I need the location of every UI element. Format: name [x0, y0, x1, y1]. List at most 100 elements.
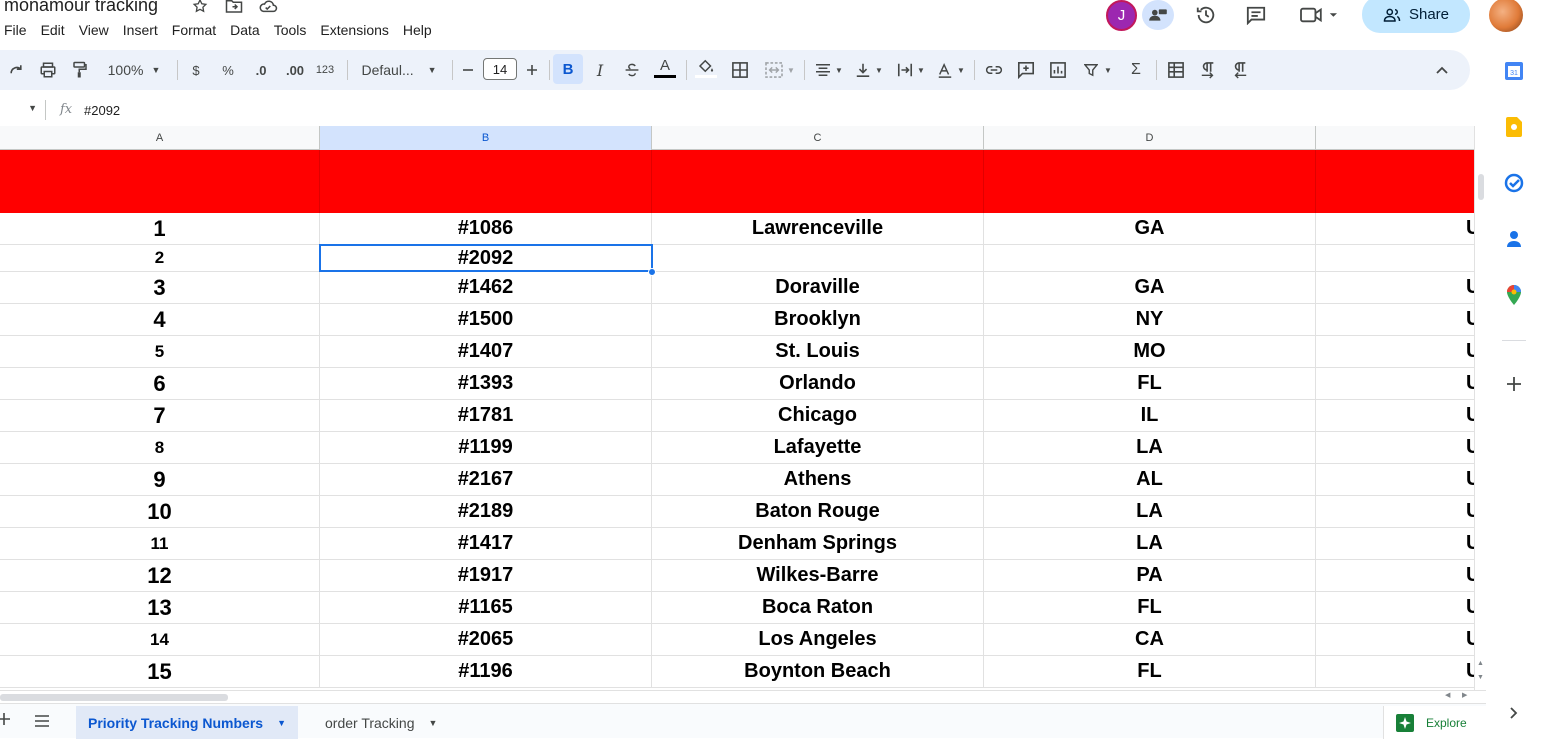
italic-button[interactable]: I — [589, 58, 611, 82]
tasks-icon[interactable] — [1503, 172, 1525, 194]
cell-d[interactable]: GA — [984, 272, 1316, 303]
red-header-band[interactable] — [0, 150, 1474, 213]
column-header-c[interactable]: C — [652, 126, 984, 150]
horizontal-scroll-thumb[interactable] — [0, 694, 228, 701]
contacts-icon[interactable] — [1503, 228, 1525, 250]
cell-d[interactable]: LA — [984, 496, 1316, 527]
cell-a[interactable]: 7 — [0, 400, 320, 431]
share-button[interactable]: Share — [1362, 0, 1470, 33]
cell-c[interactable]: Brooklyn — [652, 304, 984, 335]
cell-d[interactable]: AL — [984, 464, 1316, 495]
ltr-paragraph-icon[interactable] — [1196, 58, 1220, 82]
all-sheets-menu-icon[interactable] — [34, 714, 52, 728]
merge-cells-button[interactable]: ▼ — [760, 58, 800, 82]
move-folder-icon[interactable] — [224, 0, 244, 15]
cell-b[interactable]: #1417 — [320, 528, 652, 559]
cell-a[interactable]: 14 — [0, 624, 320, 655]
cell-d[interactable]: LA — [984, 432, 1316, 463]
cell-b[interactable]: #1165 — [320, 592, 652, 623]
column-header-a[interactable]: A — [0, 126, 320, 150]
collapse-toolbar-chevron-icon[interactable] — [1430, 58, 1454, 82]
cell-a[interactable]: 5 — [0, 336, 320, 367]
get-addons-plus-icon[interactable] — [1503, 373, 1525, 395]
menu-data[interactable]: Data — [230, 21, 267, 39]
cell-b[interactable]: #1196 — [320, 656, 652, 687]
column-header-d[interactable]: D — [984, 126, 1316, 150]
increase-decimal-button[interactable]: .00 — [280, 58, 310, 82]
maps-icon[interactable] — [1503, 284, 1525, 306]
cell-c[interactable]: Doraville — [652, 272, 984, 303]
cell-b[interactable]: #1500 — [320, 304, 652, 335]
column-header-e[interactable] — [1316, 126, 1474, 150]
cell-c[interactable]: Los Angeles — [652, 624, 984, 655]
cell-c[interactable]: Chicago — [652, 400, 984, 431]
functions-sigma-icon[interactable]: Σ — [1126, 58, 1146, 82]
cell-d[interactable]: GA — [984, 213, 1316, 244]
horizontal-align-button[interactable]: ▼ — [812, 58, 846, 82]
account-avatar[interactable] — [1489, 0, 1523, 32]
cell-d[interactable]: NY — [984, 304, 1316, 335]
explore-button[interactable]: Explore — [1383, 706, 1486, 739]
menu-edit[interactable]: Edit — [41, 21, 72, 39]
cell-a[interactable]: 8 — [0, 432, 320, 463]
cell-e[interactable]: U — [1316, 213, 1474, 244]
cell-a[interactable]: 13 — [0, 592, 320, 623]
cell-c[interactable]: Boca Raton — [652, 592, 984, 623]
sheet-tab-priority-tracking-numbers[interactable]: Priority Tracking Numbers ▼ — [76, 706, 298, 739]
horizontal-scrollbar[interactable]: ◀ ▶ — [0, 690, 1486, 702]
scroll-right-arrow-icon[interactable]: ▶ — [1462, 691, 1467, 699]
cell-b[interactable]: #1199 — [320, 432, 652, 463]
cell-a[interactable]: 9 — [0, 464, 320, 495]
cell-d[interactable]: CA — [984, 624, 1316, 655]
cell-c[interactable]: Baton Rouge — [652, 496, 984, 527]
cell-e[interactable]: U — [1316, 528, 1474, 559]
cell-c[interactable]: Orlando — [652, 368, 984, 399]
menu-extensions[interactable]: Extensions — [320, 21, 395, 39]
cell-b[interactable]: #1407 — [320, 336, 652, 367]
cell-a[interactable]: 4 — [0, 304, 320, 335]
cell-a[interactable]: 3 — [0, 272, 320, 303]
more-formats-button[interactable]: 123 — [312, 58, 338, 82]
cell-c[interactable]: Athens — [652, 464, 984, 495]
text-color-button[interactable]: A — [652, 56, 678, 80]
scroll-up-arrow-icon[interactable]: ▲ — [1477, 660, 1484, 667]
cell-a[interactable]: 15 — [0, 656, 320, 687]
create-filter-button[interactable]: ▼ — [1080, 58, 1116, 82]
calendar-icon[interactable]: 31 — [1503, 60, 1525, 82]
document-title[interactable]: monamour tracking — [4, 0, 158, 16]
collaborator-avatar[interactable]: J — [1106, 0, 1137, 31]
cell-d[interactable]: IL — [984, 400, 1316, 431]
cell-b[interactable]: #1086 — [320, 213, 652, 244]
paint-format-icon[interactable] — [68, 58, 92, 82]
cell-e[interactable]: U — [1316, 272, 1474, 303]
caret-down-icon[interactable]: ▼ — [428, 718, 437, 728]
redo-icon[interactable] — [6, 58, 26, 82]
decrease-decimal-button[interactable]: .0 — [248, 58, 274, 82]
cell-b[interactable]: #2189 — [320, 496, 652, 527]
vertical-scroll-thumb[interactable] — [1478, 174, 1484, 200]
name-box[interactable]: ▼ — [0, 100, 46, 120]
percent-format-button[interactable]: % — [218, 58, 238, 82]
cell-c[interactable]: Lafayette — [652, 432, 984, 463]
cell-e[interactable]: U — [1316, 496, 1474, 527]
vertical-align-button[interactable]: ▼ — [852, 58, 886, 82]
spreadsheet-grid[interactable]: A B C D 1#1086LawrencevilleGAU2#20923#14… — [0, 126, 1474, 690]
menu-tools[interactable]: Tools — [274, 21, 314, 39]
print-icon[interactable] — [36, 58, 60, 82]
hide-side-panel-chevron-icon[interactable] — [1503, 702, 1525, 724]
cell-c[interactable]: St. Louis — [652, 336, 984, 367]
insert-link-icon[interactable] — [982, 58, 1006, 82]
cell-e[interactable]: U — [1316, 560, 1474, 591]
cell-e[interactable]: U — [1316, 624, 1474, 655]
menu-file[interactable]: File — [4, 21, 34, 39]
cell-a[interactable]: 2 — [0, 245, 320, 271]
cell-c[interactable]: Denham Springs — [652, 528, 984, 559]
cell-a[interactable]: 1 — [0, 213, 320, 244]
comments-icon[interactable] — [1240, 1, 1272, 29]
scroll-left-arrow-icon[interactable]: ◀ — [1445, 691, 1450, 699]
cell-e[interactable]: U — [1316, 304, 1474, 335]
cell-d[interactable] — [984, 245, 1316, 271]
cell-e[interactable]: U — [1316, 432, 1474, 463]
cell-b[interactable]: #1393 — [320, 368, 652, 399]
cloud-saved-icon[interactable] — [258, 0, 278, 15]
